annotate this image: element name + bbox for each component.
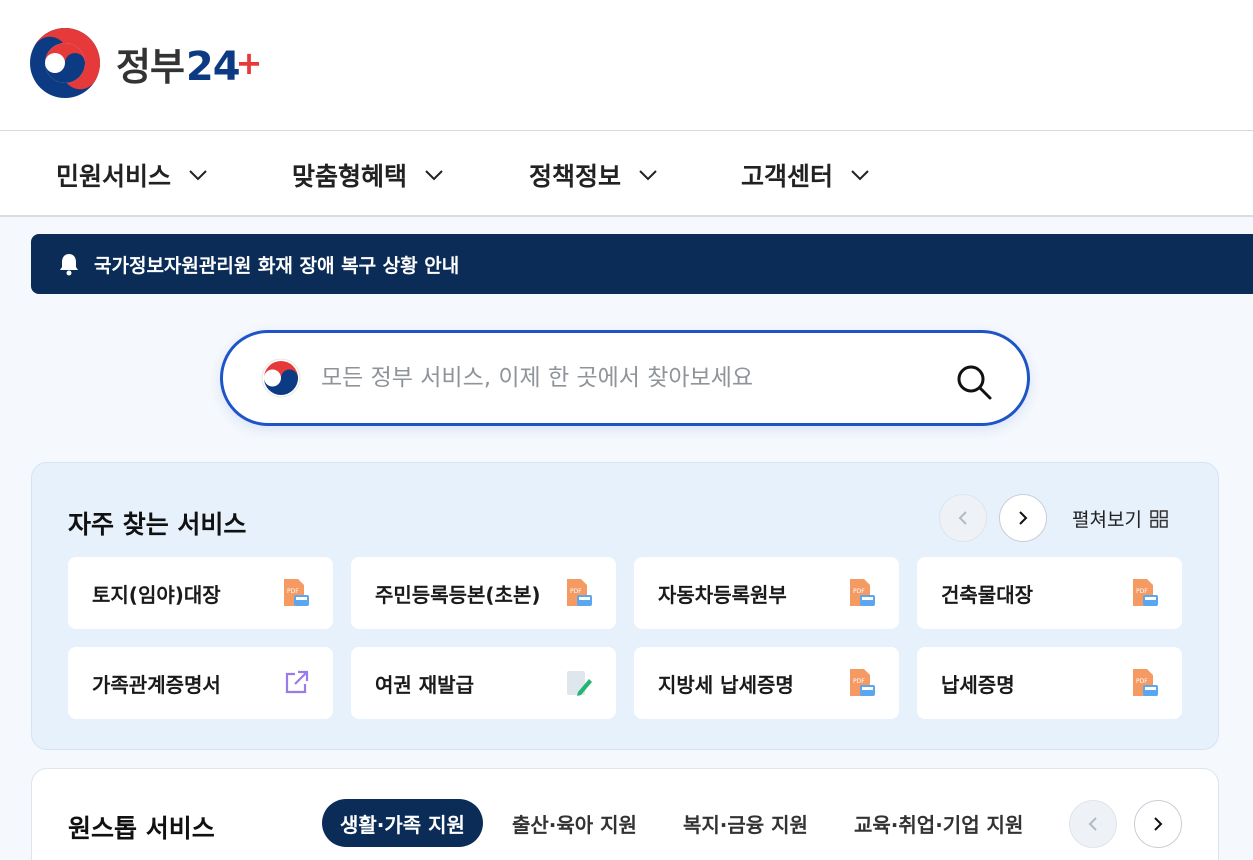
gov24-logo[interactable]: 정부 24 + [30, 28, 263, 98]
logo-text: 정부 [116, 44, 185, 89]
chevron-down-icon [425, 170, 443, 181]
external-link-icon [285, 670, 309, 694]
logo-plus: + [235, 43, 263, 82]
nav-item-label: 민원서비스 [56, 162, 172, 191]
frequent-services-section: 자주 찾는 서비스 펼쳐보기 토지(임야)대장 PDF 주민등록등본(초본) P… [31, 462, 1219, 750]
svg-text:PDF: PDF [853, 588, 865, 595]
nav-item-label: 고객센터 [741, 162, 834, 191]
logo-number: 24 [185, 43, 241, 90]
expand-label: 펼쳐보기 [1072, 509, 1142, 531]
pdf-doc-icon: PDF [850, 669, 875, 696]
section-title: 자주 찾는 서비스 [68, 510, 247, 539]
section-title: 원스톱 서비스 [68, 814, 215, 843]
tab-birth-childcare[interactable]: 출산·육아 지원 [512, 799, 637, 847]
svg-text:PDF: PDF [570, 588, 582, 595]
prev-button[interactable] [939, 494, 987, 542]
service-card-label: 지방세 납세증명 [658, 672, 794, 697]
tab-label: 교육·취업·기업 지원 [854, 812, 1024, 837]
notice-text: 국가정보자원관리원 화재 장애 복구 상황 안내 [94, 254, 460, 277]
pdf-doc-icon: PDF [1133, 669, 1158, 696]
taegeuk-emblem-icon [30, 28, 100, 98]
chevron-left-icon [1088, 817, 1097, 831]
service-card[interactable]: 토지(임야)대장 PDF [68, 557, 333, 629]
chevron-down-icon [851, 170, 869, 181]
service-card-label: 자동차등록원부 [658, 582, 787, 607]
svg-text:PDF: PDF [1136, 678, 1148, 685]
svg-text:PDF: PDF [1136, 588, 1148, 595]
edit-doc-icon [567, 671, 592, 696]
chevron-right-icon [1154, 817, 1163, 831]
next-button[interactable] [1134, 800, 1182, 848]
tab-label: 생활·가족 지원 [340, 812, 465, 837]
chevron-left-icon [958, 511, 967, 525]
taegeuk-emblem-icon [261, 358, 301, 398]
search-icon[interactable] [955, 363, 993, 401]
service-card[interactable]: 여권 재발급 [351, 647, 616, 719]
service-card[interactable]: 가족관계증명서 [68, 647, 333, 719]
expand-button[interactable]: 펼쳐보기 [1072, 505, 1168, 532]
nav-item-label: 정책정보 [529, 162, 622, 191]
tab-label: 복지·금융 지원 [683, 812, 808, 837]
site-header: 정부 24 + [0, 0, 1253, 131]
service-card[interactable]: 지방세 납세증명 PDF [634, 647, 899, 719]
service-card-label: 납세증명 [941, 672, 1015, 697]
logo-wordmark: 정부 24 + [116, 36, 263, 91]
nav-item-label: 맞춤형혜택 [292, 162, 408, 191]
pdf-doc-icon: PDF [567, 579, 592, 606]
bell-icon [60, 254, 78, 276]
tab-education-employment[interactable]: 교육·취업·기업 지원 [854, 799, 1023, 847]
tab-life-family[interactable]: 생활·가족 지원 [322, 799, 483, 847]
svg-text:PDF: PDF [853, 678, 865, 685]
nav-item-policy-info[interactable]: 정책정보 [529, 157, 659, 193]
chevron-down-icon [639, 170, 657, 181]
tab-welfare-finance[interactable]: 복지·금융 지원 [683, 799, 808, 847]
nav-item-custom-benefits[interactable]: 맞춤형혜택 [292, 157, 445, 193]
pdf-doc-icon: PDF [1133, 579, 1158, 606]
onestop-services-section: 원스톱 서비스 생활·가족 지원 출산·육아 지원 복지·금융 지원 교육·취업… [31, 768, 1219, 860]
notice-banner[interactable]: 국가정보자원관리원 화재 장애 복구 상황 안내 [31, 234, 1253, 294]
search-bar [220, 330, 1030, 426]
service-card[interactable]: 주민등록등본(초본) PDF [351, 557, 616, 629]
service-card[interactable]: 건축물대장 PDF [917, 557, 1182, 629]
chevron-right-icon [1019, 511, 1028, 525]
service-card-label: 건축물대장 [941, 582, 1033, 607]
next-button[interactable] [999, 494, 1047, 542]
grid-icon [1150, 509, 1168, 528]
prev-button[interactable] [1069, 800, 1117, 848]
pdf-doc-icon: PDF [850, 579, 875, 606]
service-card-label: 가족관계증명서 [92, 672, 221, 697]
chevron-down-icon [189, 170, 207, 181]
service-card[interactable]: 납세증명 PDF [917, 647, 1182, 719]
nav-item-civil-services[interactable]: 민원서비스 [56, 157, 209, 193]
main-nav: 민원서비스 맞춤형혜택 정책정보 고객센터 [0, 131, 1253, 217]
pdf-doc-icon: PDF [284, 579, 309, 606]
nav-item-customer-center[interactable]: 고객센터 [741, 157, 871, 193]
service-card-label: 여권 재발급 [375, 672, 474, 697]
service-card-label: 주민등록등본(초본) [375, 582, 541, 607]
svg-text:PDF: PDF [287, 588, 299, 595]
service-card[interactable]: 자동차등록원부 PDF [634, 557, 899, 629]
service-card-label: 토지(임야)대장 [92, 582, 221, 607]
search-input[interactable] [321, 365, 931, 391]
tab-label: 출산·육아 지원 [512, 812, 637, 837]
